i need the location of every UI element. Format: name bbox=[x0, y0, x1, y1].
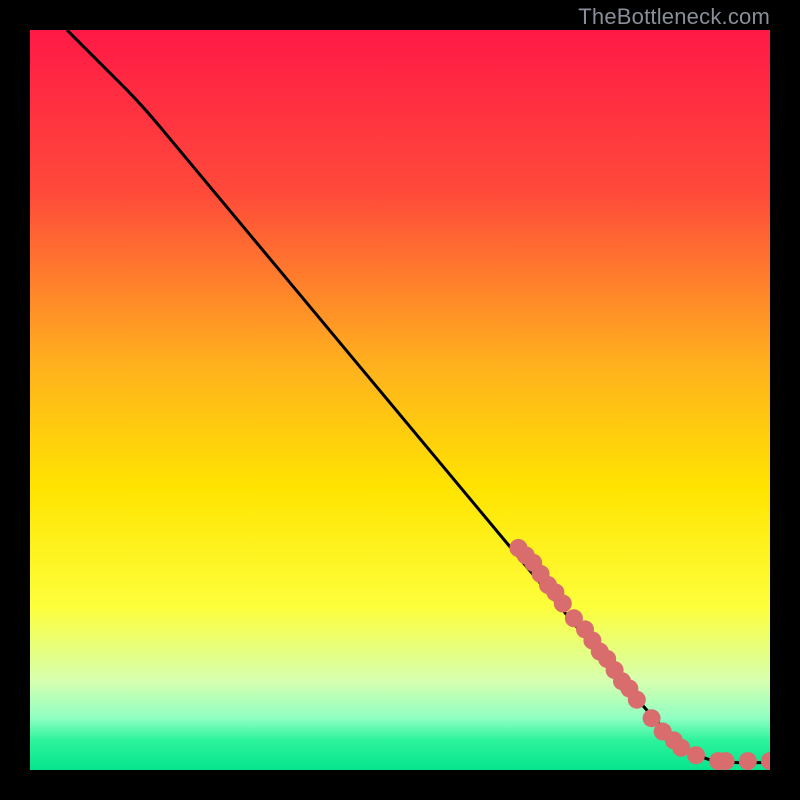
gradient-background bbox=[30, 30, 770, 770]
chart-svg bbox=[30, 30, 770, 770]
chart-frame: TheBottleneck.com bbox=[0, 0, 800, 800]
data-point-marker bbox=[628, 691, 646, 709]
attribution-text: TheBottleneck.com bbox=[578, 4, 770, 30]
data-point-marker bbox=[717, 752, 735, 770]
data-point-marker bbox=[687, 746, 705, 764]
data-point-marker bbox=[739, 752, 757, 770]
plot-area bbox=[30, 30, 770, 770]
data-point-marker bbox=[554, 595, 572, 613]
